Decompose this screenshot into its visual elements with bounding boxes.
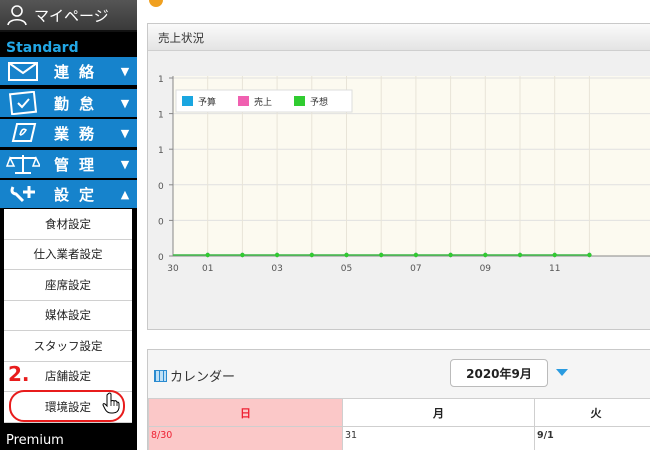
chevron-down-icon: ▼	[120, 64, 130, 78]
chevron-down-icon: ▼	[120, 157, 130, 171]
data-point	[309, 252, 314, 258]
menu-management[interactable]: 管理 ▼	[0, 150, 137, 178]
section-standard: Standard	[6, 40, 79, 56]
legend-label: 売上	[254, 96, 272, 108]
day-cell[interactable]: 9/1	[534, 426, 650, 450]
month-dropdown-icon[interactable]	[556, 369, 568, 376]
y-tick-label: 1	[158, 146, 164, 156]
wrench-plus-icon	[0, 180, 46, 208]
data-point	[379, 252, 384, 258]
data-point	[205, 252, 210, 258]
legend-label: 予算	[198, 96, 216, 108]
calendar-panel: カレンダー 2020年9月 日 月 火 8/30 31 9/1	[147, 349, 650, 450]
y-tick-label: 1	[158, 75, 164, 85]
x-tick-label: 07	[410, 264, 421, 274]
mypage-label: マイページ	[34, 6, 109, 25]
sales-chart: 11100030 01 03 05 07 09 11予算 売上 予想	[148, 52, 650, 297]
x-tick-label: 30	[167, 264, 179, 274]
menu-business[interactable]: 業務 ▼	[0, 119, 137, 147]
chevron-down-icon: ▼	[120, 96, 130, 110]
data-point	[413, 252, 419, 258]
data-point	[517, 252, 523, 258]
calendar-header: カレンダー 2020年9月	[148, 350, 650, 398]
data-point	[483, 252, 488, 258]
y-tick-label: 0	[158, 182, 164, 192]
calendar-table: 日 月 火 8/30 31 9/1	[148, 398, 650, 450]
user-icon	[7, 5, 27, 26]
y-tick-label: 0	[158, 217, 164, 227]
legend-label: 予想	[310, 96, 328, 108]
submenu-staff-settings[interactable]: スタッフ設定	[4, 331, 132, 362]
scales-icon	[0, 150, 46, 178]
day-cell[interactable]: 8/30	[148, 426, 343, 450]
menu-contact[interactable]: 連絡 ▼	[0, 57, 137, 85]
submenu-supplier-settings[interactable]: 仕入業者設定	[4, 240, 132, 270]
app-root: マイページ Standard 連絡 ▼ 勤怠 ▼ 業務 ▼ 管理 ▼ 設定 ▲ …	[0, 0, 650, 450]
calendar-title: カレンダー	[154, 366, 235, 385]
data-point	[274, 252, 280, 258]
calendar-grid-icon	[154, 369, 167, 382]
weekday-mon: 月	[342, 398, 535, 427]
clock-card-icon	[0, 89, 46, 117]
x-tick-label: 11	[549, 264, 560, 274]
x-tick-label: 01	[202, 264, 213, 274]
x-tick-label: 03	[271, 264, 282, 274]
weekday-sun: 日	[148, 398, 343, 427]
legend-swatch	[182, 96, 193, 106]
data-point	[240, 252, 245, 258]
x-tick-label: 09	[480, 264, 492, 274]
data-point	[587, 252, 592, 258]
submenu-ingredient-settings[interactable]: 食材設定	[4, 209, 132, 240]
header-partial-icon	[149, 0, 163, 7]
chevron-up-icon: ▲	[120, 187, 130, 201]
weekday-tue: 火	[534, 398, 650, 427]
step-annotation: 2.	[8, 362, 30, 386]
x-tick-label: 05	[341, 264, 352, 274]
hand-cursor-icon	[102, 392, 120, 414]
sales-panel: 売上状況 1 1 1 0 0 0 30 01 03 05 07 09 11 予算 売上 予想	[147, 23, 650, 330]
day-label: 9/1	[537, 430, 554, 441]
data-point	[552, 252, 557, 258]
data-point	[344, 252, 349, 258]
menu-contact-label: 連絡	[54, 62, 105, 81]
legend-swatch	[238, 96, 249, 106]
chevron-down-icon: ▼	[120, 126, 130, 140]
menu-attendance-label: 勤怠	[54, 94, 105, 113]
menu-management-label: 管理	[54, 155, 105, 174]
day-cell[interactable]: 31	[342, 426, 535, 450]
y-tick-label: 1	[158, 111, 164, 121]
data-point	[448, 252, 453, 258]
menu-business-label: 業務	[54, 124, 105, 143]
section-premium: Premium	[6, 433, 64, 448]
calendar-title-label: カレンダー	[170, 370, 236, 385]
menu-settings-label: 設定	[54, 185, 105, 204]
document-icon	[0, 119, 46, 147]
legend-swatch	[294, 96, 305, 106]
submenu-media-settings[interactable]: 媒体設定	[4, 301, 132, 331]
mypage-button[interactable]: マイページ	[0, 0, 137, 32]
menu-settings[interactable]: 設定 ▲	[0, 180, 137, 208]
submenu-seat-settings[interactable]: 座席設定	[4, 270, 132, 301]
menu-attendance[interactable]: 勤怠 ▼	[0, 89, 137, 117]
mail-icon	[0, 57, 46, 85]
month-selector[interactable]: 2020年9月	[450, 359, 548, 387]
sales-panel-title: 売上状況	[148, 24, 650, 51]
y-tick-label: 0	[158, 253, 164, 263]
